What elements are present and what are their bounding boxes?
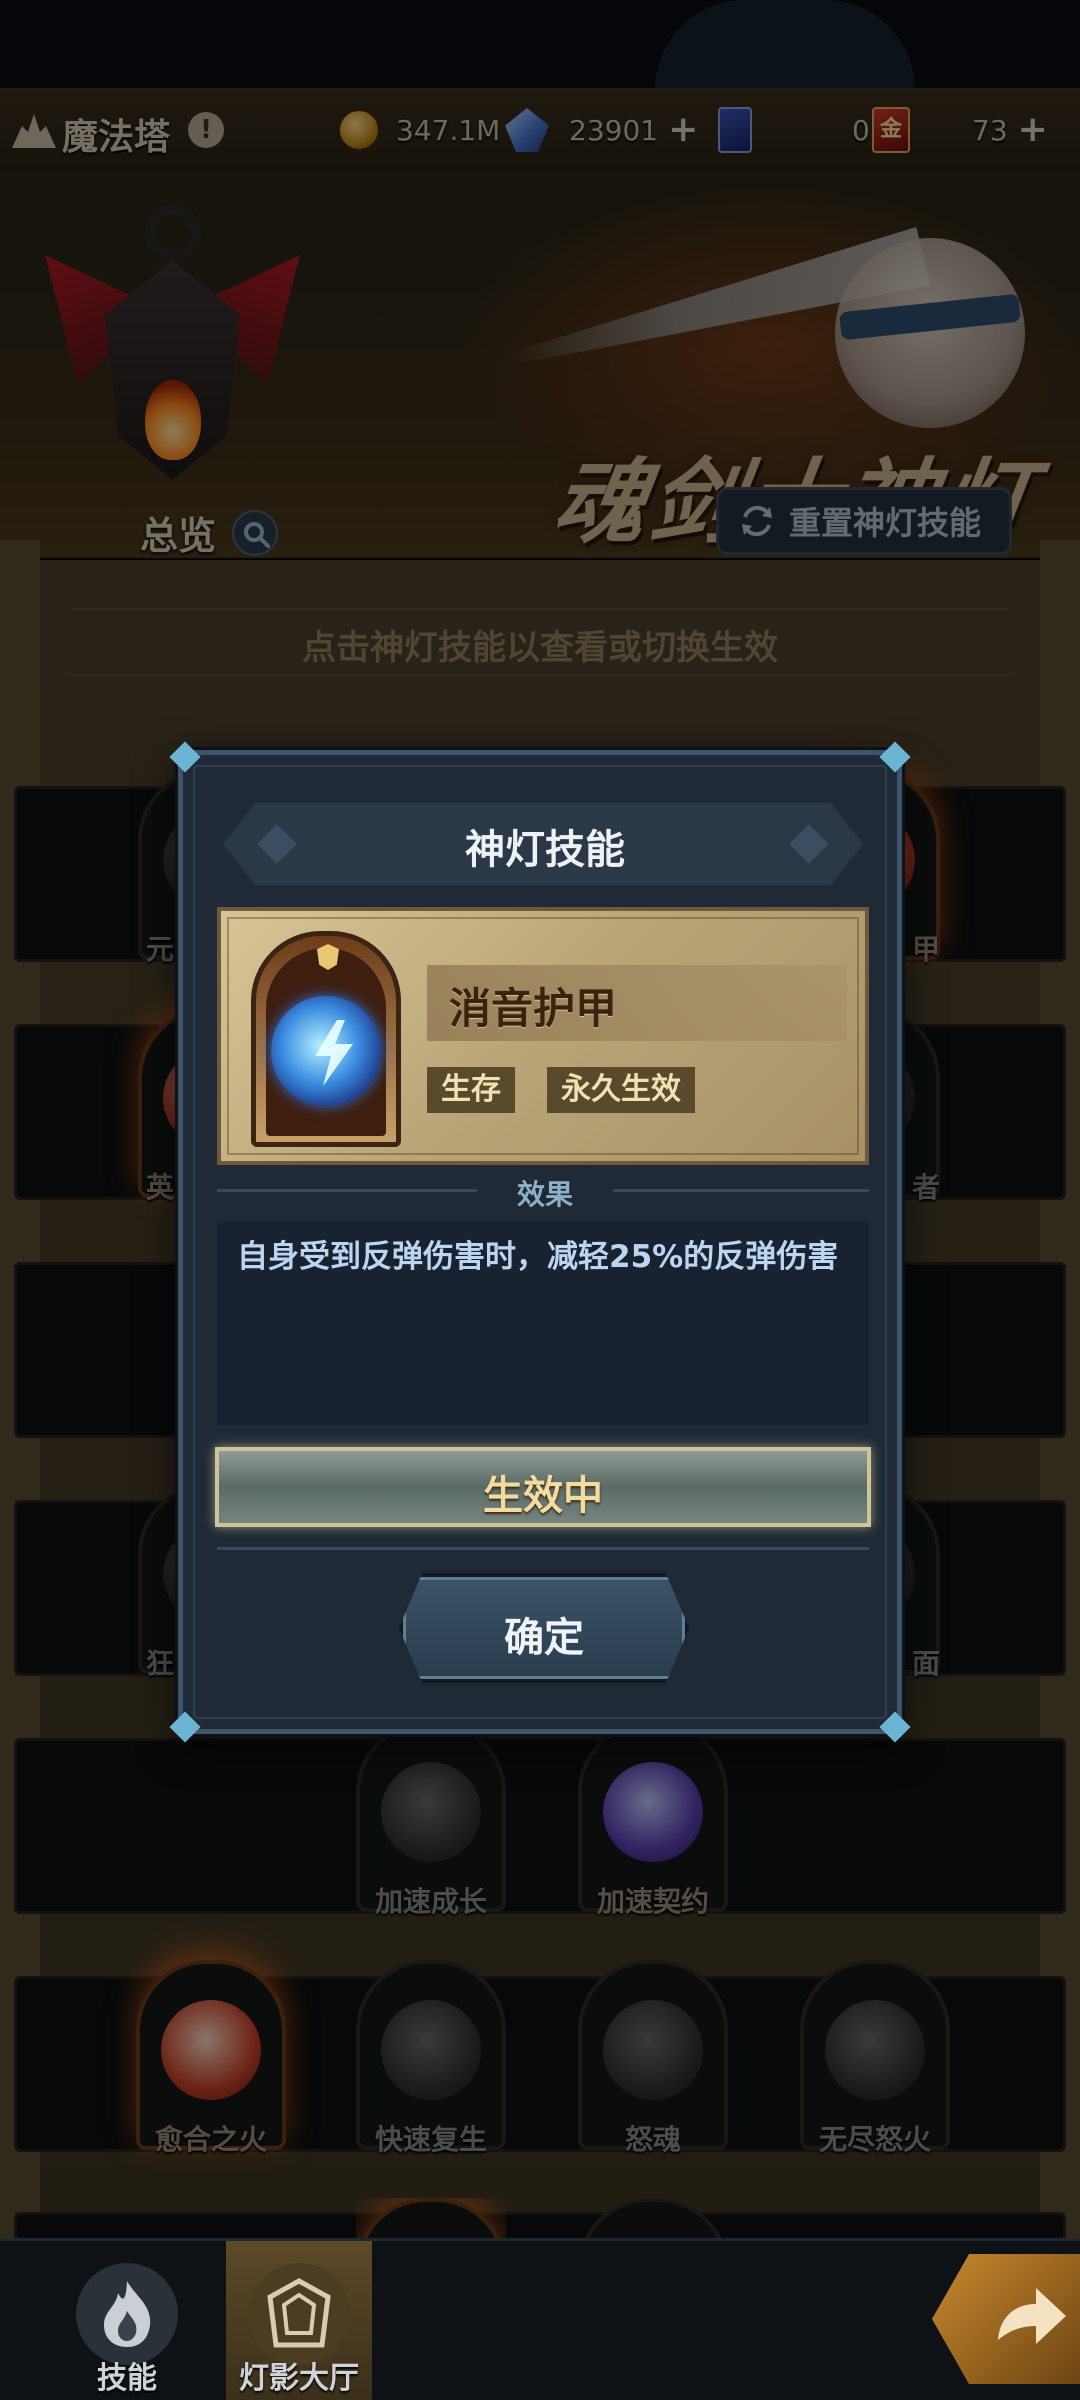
dialog-title: 神灯技能 (465, 827, 625, 873)
nav-icon-bg (76, 2263, 178, 2365)
nav-label: 技能 (97, 2361, 157, 2396)
active-status-button[interactable]: 生效中 (215, 1447, 871, 1527)
bottom-nav: 技能 灯影大厅 (0, 2238, 1080, 2400)
skill-card: 消音护甲 生存 永久生效 (217, 907, 869, 1165)
nav-label: 灯影大厅 (239, 2361, 359, 2396)
flame-icon (104, 2281, 151, 2347)
confirm-divider (217, 1547, 869, 1550)
confirm-button[interactable]: 确定 (399, 1573, 689, 1683)
nav-icon-bg (248, 2263, 350, 2365)
nav-tab-skills[interactable]: 技能 (54, 2241, 200, 2400)
effect-header: 效果 (183, 1173, 907, 1213)
active-status-label: 生效中 (483, 1473, 603, 1519)
nav-tab-lamp-hall[interactable]: 灯影大厅 (226, 2241, 372, 2400)
confirm-button-label: 确定 (504, 1615, 584, 1661)
effect-header-text: 效果 (476, 1178, 613, 1211)
skill-tag-duration: 永久生效 (547, 1067, 695, 1113)
effect-description: 自身受到反弹伤害时，减轻25%的反弹伤害 (237, 1239, 839, 1275)
arrow-right-icon (998, 2288, 1066, 2344)
skill-tag-category: 生存 (427, 1067, 515, 1113)
skill-name: 消音护甲 (449, 984, 618, 1033)
hall-icon (267, 2278, 331, 2348)
skill-icon (251, 931, 401, 1147)
lamp-skill-dialog: 神灯技能 消音护甲 生存 永久生效 效果 自身受到反弹伤害时，减轻25%的反弹伤… (169, 741, 911, 1743)
lightning-icon (315, 1020, 353, 1086)
